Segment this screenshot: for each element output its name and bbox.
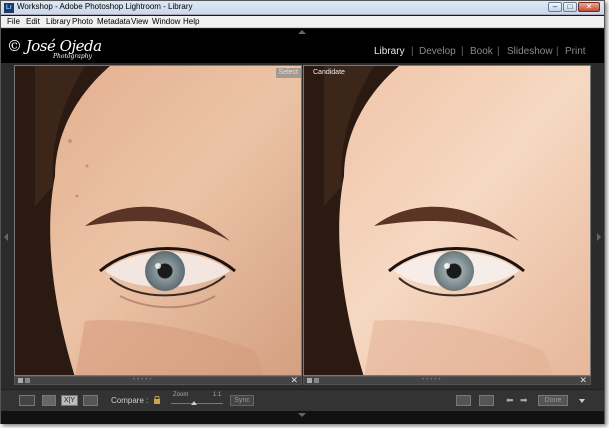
module-separator: | [461, 46, 464, 57]
minimize-button[interactable]: – [548, 2, 562, 12]
compare-label: Compare : [111, 396, 149, 405]
window-title: Workshop - Adobe Photoshop Lightroom - L… [17, 2, 193, 11]
menu-bar: File Edit Library Photo Metadata View Wi… [1, 16, 604, 28]
previous-arrow-icon[interactable]: ⬅ [506, 395, 514, 406]
sync-button[interactable]: Sync [230, 395, 254, 406]
make-select-icon[interactable] [479, 395, 494, 406]
select-info-bar: ••••• ✕ [14, 375, 302, 386]
menu-view[interactable]: View [131, 17, 148, 26]
menu-metadata[interactable]: Metadata [97, 17, 130, 26]
flag-icon[interactable] [18, 378, 23, 383]
select-photo-image [15, 66, 301, 375]
compare-view-button[interactable]: X|Y [61, 395, 78, 406]
candidate-label: Candidate [313, 69, 345, 76]
swap-icon[interactable] [456, 395, 471, 406]
candidate-info-bar: ••••• ✕ [303, 375, 591, 386]
module-separator: | [556, 46, 559, 57]
loupe-view-icon[interactable] [42, 395, 56, 406]
toolbar-menu-chevron-down-icon[interactable] [579, 399, 585, 403]
menu-photo[interactable]: Photo [72, 17, 93, 26]
zoom-value: 1:1 [213, 392, 222, 398]
module-develop[interactable]: Develop [419, 46, 456, 57]
module-book[interactable]: Book [470, 46, 493, 57]
rating-stars[interactable]: ••••• [422, 377, 443, 383]
reject-flag-icon[interactable] [314, 378, 319, 383]
title-bar[interactable]: Lr Workshop - Adobe Photoshop Lightroom … [1, 1, 604, 15]
maximize-button[interactable]: □ [563, 2, 577, 12]
candidate-photo-image [304, 66, 590, 375]
menu-window[interactable]: Window [152, 17, 180, 26]
zoom-slider-thumb[interactable] [191, 401, 198, 405]
lightroom-window: Lr Workshop - Adobe Photoshop Lightroom … [0, 0, 605, 424]
candidate-photo-pane[interactable]: Candidate [303, 65, 591, 376]
menu-file[interactable]: File [7, 17, 20, 26]
menu-library[interactable]: Library [46, 17, 70, 26]
lock-icon[interactable] [153, 395, 161, 405]
collapse-right-panel-arrow-icon[interactable] [597, 233, 601, 241]
done-button[interactable]: Done [538, 395, 568, 406]
close-select-icon[interactable]: ✕ [290, 375, 298, 386]
select-photo-pane[interactable]: Select [14, 65, 302, 376]
collapse-top-panel-arrow-icon[interactable] [298, 30, 306, 34]
module-separator: | [497, 46, 500, 57]
next-arrow-icon[interactable]: ➡ [520, 395, 528, 406]
collapse-filmstrip-arrow-icon[interactable] [298, 413, 306, 417]
close-window-button[interactable]: ✕ [578, 2, 600, 12]
grid-view-icon[interactable] [19, 395, 35, 406]
compare-view-area: Select ••••• ✕ Candidate ••••• ✕ [1, 63, 604, 389]
module-slideshow[interactable]: Slideshow [507, 46, 553, 57]
module-library[interactable]: Library [374, 46, 405, 57]
survey-view-icon[interactable] [83, 395, 98, 406]
toolbar: X|Y Compare : Zoom 1:1 Sync ⬅ ➡ Done [1, 389, 604, 411]
lightroom-app-icon: Lr [4, 3, 14, 13]
flag-icon[interactable] [307, 378, 312, 383]
identity-plate: © José Ojeda Photography [7, 36, 102, 60]
select-label: Select [275, 68, 301, 78]
rating-stars[interactable]: ••••• [133, 377, 154, 383]
identity-plate-subtitle: Photography [53, 53, 92, 60]
close-candidate-icon[interactable]: ✕ [579, 375, 587, 386]
menu-help[interactable]: Help [183, 17, 199, 26]
menu-edit[interactable]: Edit [26, 17, 40, 26]
top-panel: © José Ojeda Photography Library | Devel… [1, 29, 604, 63]
module-separator: | [411, 46, 414, 57]
zoom-label: Zoom [173, 392, 189, 398]
collapse-left-panel-arrow-icon[interactable] [4, 233, 8, 241]
reject-flag-icon[interactable] [25, 378, 30, 383]
module-print[interactable]: Print [565, 46, 586, 57]
